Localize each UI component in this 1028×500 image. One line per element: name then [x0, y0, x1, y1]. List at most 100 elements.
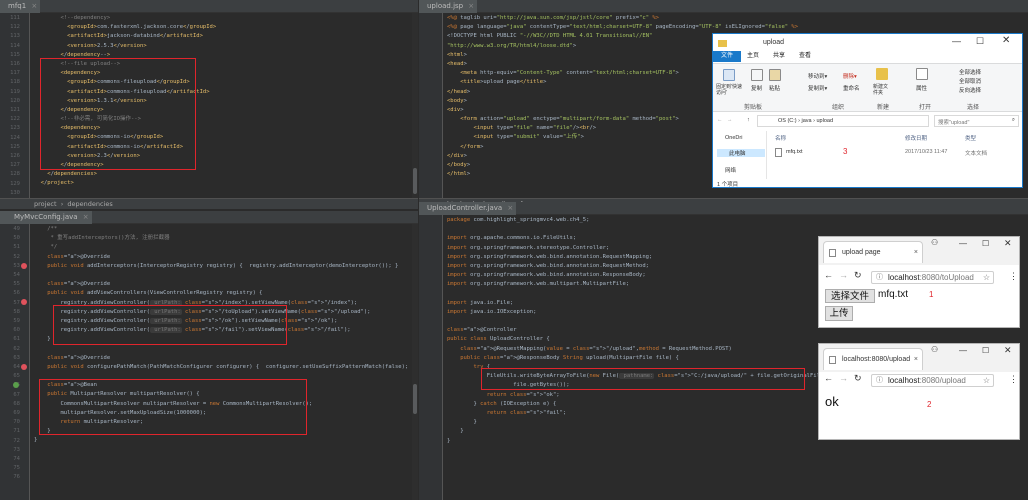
- properties-label[interactable]: 属性: [916, 84, 927, 92]
- file-row[interactable]: mfq.txt 3 2017/10/23 11:47 文本文档: [771, 147, 1019, 159]
- code-line[interactable]: </dependencies>: [34, 170, 410, 179]
- code-line[interactable]: <artifactId>jackson-databind</artifactId…: [34, 32, 410, 41]
- close-icon[interactable]: ×: [507, 202, 513, 215]
- close-icon[interactable]: ×: [914, 349, 918, 371]
- minimize-icon[interactable]: —: [959, 346, 967, 355]
- bean-marker-icon[interactable]: [13, 382, 19, 388]
- star-icon[interactable]: ☆: [983, 272, 990, 284]
- pin-icon[interactable]: [723, 69, 735, 81]
- pom-tab[interactable]: mfq1 ×: [0, 0, 41, 13]
- ribbon-tab-share[interactable]: 共享: [769, 51, 789, 62]
- menu-icon[interactable]: ⋮: [1009, 374, 1018, 385]
- code-line[interactable]: class="a">@Override: [34, 354, 410, 363]
- copy-icon[interactable]: [751, 69, 763, 81]
- close-icon[interactable]: ×: [83, 211, 89, 224]
- code-line[interactable]: <%@ taglib uri="http://java.sun.com/jsp/…: [447, 14, 1020, 23]
- close-icon[interactable]: ×: [31, 0, 37, 13]
- code-line[interactable]: public void addViewControllers(ViewContr…: [34, 289, 410, 298]
- jsp-tab[interactable]: upload.jsp ×: [419, 0, 478, 13]
- back-arrow-icon[interactable]: ←: [824, 270, 833, 280]
- star-icon[interactable]: ☆: [983, 375, 990, 387]
- paste-icon[interactable]: [769, 69, 781, 81]
- back-arrow-icon[interactable]: ←: [717, 117, 723, 123]
- code-line[interactable]: }: [34, 436, 410, 445]
- upload-submit-button[interactable]: 上传: [825, 306, 853, 321]
- nav-onedrive[interactable]: OneDri: [725, 135, 742, 141]
- code-line[interactable]: public void configurePathMatch(PathMatch…: [34, 363, 410, 372]
- ribbon-tab-file[interactable]: 文件: [713, 51, 742, 62]
- maximize-icon[interactable]: ☐: [982, 346, 989, 355]
- code-line[interactable]: <version>2.5.3</version>: [34, 42, 410, 51]
- close-icon[interactable]: ✕: [1002, 35, 1010, 46]
- minimize-icon[interactable]: —: [959, 239, 967, 248]
- code-line[interactable]: </project>: [34, 179, 410, 188]
- select-all-label[interactable]: 全部选择: [959, 68, 981, 76]
- code-line[interactable]: [34, 344, 410, 353]
- code-line[interactable]: <%@ page language="java" contentType="te…: [447, 23, 1020, 32]
- ribbon-tab-home[interactable]: 主页: [743, 51, 763, 62]
- reload-icon[interactable]: ↻: [854, 270, 862, 281]
- profile-icon[interactable]: ⚇: [931, 238, 938, 247]
- close-icon[interactable]: ×: [468, 0, 474, 13]
- path-field[interactable]: OS (C:) › java › upload: [757, 115, 929, 127]
- override-marker-icon[interactable]: [21, 263, 27, 269]
- copyto-label[interactable]: 复制到▾: [808, 84, 827, 92]
- choose-file-button[interactable]: 选择文件: [825, 289, 875, 303]
- menu-icon[interactable]: ⋮: [1009, 271, 1018, 282]
- controller-tab[interactable]: UploadController.java ×: [419, 202, 517, 215]
- move-label[interactable]: 移动到▾: [808, 72, 827, 80]
- search-field[interactable]: 搜索"upload" ⌕: [934, 115, 1019, 127]
- delete-label[interactable]: 删除▾: [843, 72, 857, 80]
- new-folder-icon[interactable]: [876, 68, 888, 80]
- code-line[interactable]: <groupId>com.fasterxml.jackson.core</gro…: [34, 23, 410, 32]
- profile-icon[interactable]: ⚇: [931, 345, 938, 354]
- config-scroll-thumb[interactable]: [413, 384, 417, 414]
- code-line[interactable]: * 重写addInterceptors()方法, 注册拦截器: [34, 234, 410, 243]
- browser1-tab[interactable]: upload page ×: [823, 241, 923, 263]
- invert-select-label[interactable]: 反向选择: [959, 86, 981, 94]
- code-line[interactable]: /**: [34, 225, 410, 234]
- ribbon-tab-view[interactable]: 查看: [795, 51, 815, 62]
- code-line[interactable]: <!--dependency>: [34, 14, 410, 23]
- pom-scrollbar[interactable]: [412, 13, 418, 198]
- nav-this-pc[interactable]: 此电脑: [717, 149, 765, 157]
- forward-arrow-icon[interactable]: →: [839, 270, 848, 280]
- config-tab[interactable]: MyMvcConfig.java ×: [0, 211, 92, 224]
- new-folder-label[interactable]: 新建文件夹: [873, 84, 891, 96]
- code-line[interactable]: public void addInterceptors(InterceptorR…: [34, 262, 410, 271]
- browser1-address-bar[interactable]: ⓘ localhost:8080/toUpload ☆: [871, 271, 994, 284]
- paste-label[interactable]: 粘贴: [769, 84, 780, 92]
- col-type[interactable]: 类型: [965, 134, 976, 142]
- info-icon[interactable]: ⓘ: [876, 375, 883, 387]
- col-name[interactable]: 名称: [775, 134, 786, 142]
- pom-breadcrumb[interactable]: project › dependencies: [0, 198, 418, 209]
- copy-label[interactable]: 复制: [751, 84, 762, 92]
- code-line[interactable]: class="a">@Override: [34, 280, 410, 289]
- rename-label[interactable]: 重命名: [843, 84, 860, 92]
- info-icon[interactable]: ⓘ: [876, 272, 883, 284]
- up-arrow-icon[interactable]: ↑: [747, 117, 750, 123]
- nav-network[interactable]: 网络: [725, 166, 736, 174]
- browser2-tab[interactable]: localhost:8080/upload ×: [823, 348, 923, 370]
- code-line[interactable]: package com.highlight_springmvc4.web.ch4…: [447, 216, 1020, 225]
- close-icon[interactable]: ✕: [1004, 238, 1012, 249]
- browser2-address-bar[interactable]: ⓘ localhost:8080/upload ☆: [871, 374, 994, 387]
- properties-icon[interactable]: [916, 68, 928, 80]
- minimize-icon[interactable]: —: [952, 36, 961, 46]
- back-arrow-icon[interactable]: ←: [824, 373, 833, 383]
- forward-arrow-icon[interactable]: →: [839, 373, 848, 383]
- close-icon[interactable]: ✕: [1004, 345, 1012, 356]
- pom-scroll-thumb[interactable]: [413, 168, 417, 194]
- reload-icon[interactable]: ↻: [854, 373, 862, 384]
- code-line[interactable]: */: [34, 243, 410, 252]
- maximize-icon[interactable]: ☐: [976, 36, 984, 47]
- code-line[interactable]: [34, 271, 410, 280]
- code-line[interactable]: [447, 225, 1020, 234]
- search-icon[interactable]: ⌕: [1012, 117, 1015, 124]
- close-icon[interactable]: ×: [914, 242, 918, 264]
- maximize-icon[interactable]: ☐: [982, 239, 989, 248]
- pin-label[interactable]: 固定到'快速访问': [716, 84, 746, 96]
- code-line[interactable]: class="a">@Override: [34, 253, 410, 262]
- forward-arrow-icon[interactable]: →: [727, 117, 733, 123]
- col-date[interactable]: 修改日期: [905, 134, 927, 142]
